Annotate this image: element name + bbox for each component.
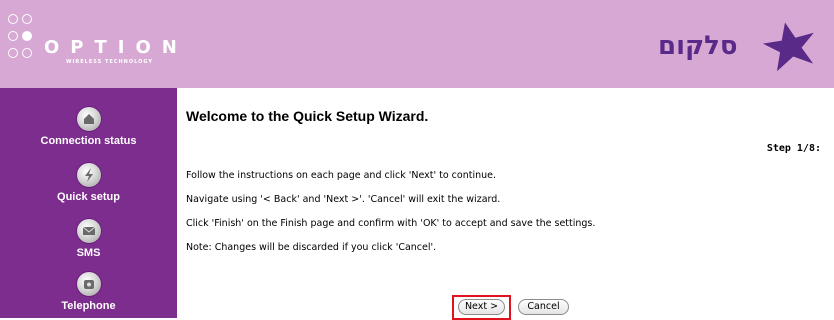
instruction-text: Click 'Finish' on the Finish page and co…	[186, 218, 596, 229]
page-title: Welcome to the Quick Setup Wizard.	[186, 108, 429, 124]
telephone-icon	[75, 271, 102, 297]
main-content: Welcome to the Quick Setup Wizard. Step …	[177, 88, 834, 320]
option-logo-text: OPTION	[44, 37, 188, 58]
instruction-text: Follow the instructions on each page and…	[186, 170, 497, 181]
lightning-icon	[75, 162, 102, 188]
cancel-button[interactable]: Cancel	[518, 299, 569, 315]
step-indicator: Step 1/8:	[766, 143, 821, 154]
next-button[interactable]: Next >	[458, 299, 505, 315]
cellcom-logo: סלקום	[652, 20, 822, 72]
sidebar-item-label: SMS	[76, 247, 101, 259]
instruction-text: Navigate using '< Back' and 'Next >'. 'C…	[186, 194, 501, 205]
header: OPTION WIRELESS TECHNOLOGY סלקום	[0, 0, 834, 88]
sidebar-item-label: Quick setup	[57, 191, 120, 203]
sidebar-item-sms[interactable]: SMS	[0, 218, 177, 259]
instruction-text: Note: Changes will be discarded if you c…	[186, 242, 437, 253]
star-icon	[762, 22, 814, 72]
sidebar-item-quick-setup[interactable]: Quick setup	[0, 162, 177, 203]
option-tagline: WIRELESS TECHNOLOGY	[66, 59, 153, 65]
brand-name: סלקום	[658, 31, 738, 61]
sidebar: Connection status Quick setup SMS Teleph…	[0, 88, 177, 318]
sidebar-item-label: Connection status	[40, 135, 137, 147]
home-icon	[75, 106, 102, 132]
sidebar-item-telephone[interactable]: Telephone	[0, 271, 177, 312]
envelope-icon	[75, 218, 102, 244]
sidebar-item-connection-status[interactable]: Connection status	[0, 106, 177, 147]
sidebar-item-label: Telephone	[61, 300, 116, 312]
